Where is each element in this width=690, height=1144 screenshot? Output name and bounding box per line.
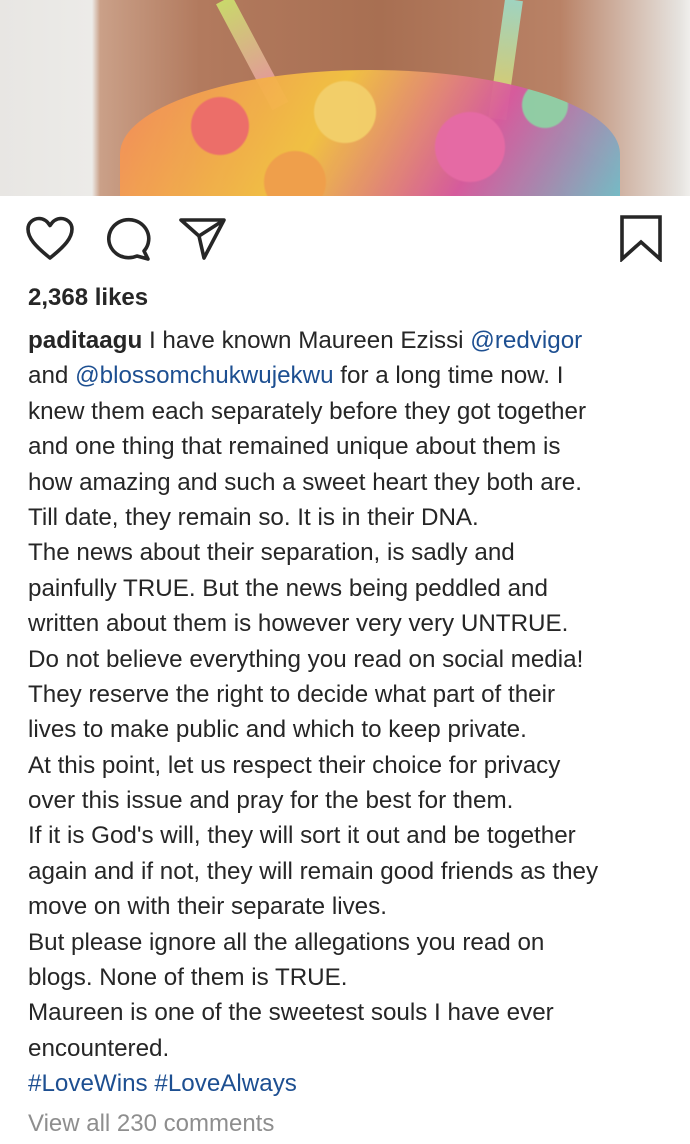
caption-line: Do not believe everything you read on so… (28, 642, 668, 677)
caption-text: over this issue and pray for the best fo… (28, 787, 514, 815)
likes-count[interactable]: 2,368 likes (28, 284, 148, 312)
caption-line: paditaagu I have known Maureen Ezissi @r… (28, 323, 668, 358)
username-link[interactable]: paditaagu (28, 327, 142, 354)
caption-text: Maureen is one of the sweetest souls I h… (28, 999, 554, 1027)
caption-line: and one thing that remained unique about… (28, 429, 668, 464)
caption-line: At this point, let us respect their choi… (28, 748, 668, 783)
caption-text: how amazing and such a sweet heart they … (28, 468, 582, 496)
mention-link[interactable]: @redvigor (470, 327, 582, 354)
photo-detail (120, 70, 620, 196)
heart-icon[interactable] (25, 216, 75, 262)
caption-text: lives to make public and which to keep p… (28, 716, 527, 744)
bookmark-icon[interactable] (618, 214, 664, 262)
caption-line: lives to make public and which to keep p… (28, 712, 668, 747)
caption-line: and @blossomchukwujekwu for a long time … (28, 358, 668, 393)
caption-line: Till date, they remain so. It is in thei… (28, 500, 668, 535)
caption-text: Till date, they remain so. It is in thei… (28, 503, 479, 531)
caption-text: They reserve the right to decide what pa… (28, 680, 556, 708)
caption-line: how amazing and such a sweet heart they … (28, 465, 668, 500)
paper-plane-icon[interactable] (178, 216, 228, 262)
caption-text: But please ignore all the allegations yo… (28, 928, 545, 956)
hashtags-line: #LoveWins #LoveAlways (28, 1066, 668, 1101)
caption-text: If it is God's will, they will sort it o… (28, 822, 576, 850)
caption-line: knew them each separately before they go… (28, 394, 668, 429)
caption-line: painfully TRUE. But the news being peddl… (28, 571, 668, 606)
caption-text: encountered. (28, 1034, 170, 1062)
caption-line: encountered. (28, 1031, 668, 1066)
caption-text: painfully TRUE. But the news being peddl… (28, 574, 548, 602)
caption-text: move on with their separate lives. (28, 893, 387, 921)
comment-bubble-icon[interactable] (103, 216, 153, 262)
view-all-comments-link[interactable]: View all 230 comments (28, 1110, 274, 1138)
caption-text: for a long time now. I (333, 362, 564, 390)
caption-line: If it is God's will, they will sort it o… (28, 818, 668, 853)
caption-text: and one thing that remained unique about… (28, 433, 561, 461)
caption-line: But please ignore all the allegations yo… (28, 925, 668, 960)
caption-line: The news about their separation, is sadl… (28, 535, 668, 570)
caption-text: The news about their separation, is sadl… (28, 539, 515, 567)
post-caption: paditaagu I have known Maureen Ezissi @r… (28, 323, 668, 1102)
caption-line: move on with their separate lives. (28, 889, 668, 924)
caption-line: They reserve the right to decide what pa… (28, 677, 668, 712)
caption-line: over this issue and pray for the best fo… (28, 783, 668, 818)
caption-line: blogs. None of them is TRUE. (28, 960, 668, 995)
caption-text: and (28, 362, 76, 390)
caption-text: I have known Maureen Ezissi (142, 327, 471, 354)
post-photo[interactable] (0, 0, 690, 196)
caption-line: Maureen is one of the sweetest souls I h… (28, 995, 668, 1030)
hashtag-link[interactable]: #LoveAlways (154, 1070, 297, 1097)
caption-text: knew them each separately before they go… (28, 397, 587, 425)
hashtag-link[interactable]: #LoveWins (28, 1070, 148, 1097)
caption-text: Do not believe everything you read on so… (28, 645, 584, 673)
caption-text: At this point, let us respect their choi… (28, 751, 561, 779)
caption-line: written about them is however very very … (28, 606, 668, 641)
caption-text: blogs. None of them is TRUE. (28, 964, 348, 992)
post-actions-bar (0, 196, 690, 282)
caption-text: written about them is however very very … (28, 610, 569, 638)
caption-text: again and if not, they will remain good … (28, 857, 599, 885)
caption-line: again and if not, they will remain good … (28, 854, 668, 889)
mention-link[interactable]: @blossomchukwujekwu (75, 362, 333, 389)
